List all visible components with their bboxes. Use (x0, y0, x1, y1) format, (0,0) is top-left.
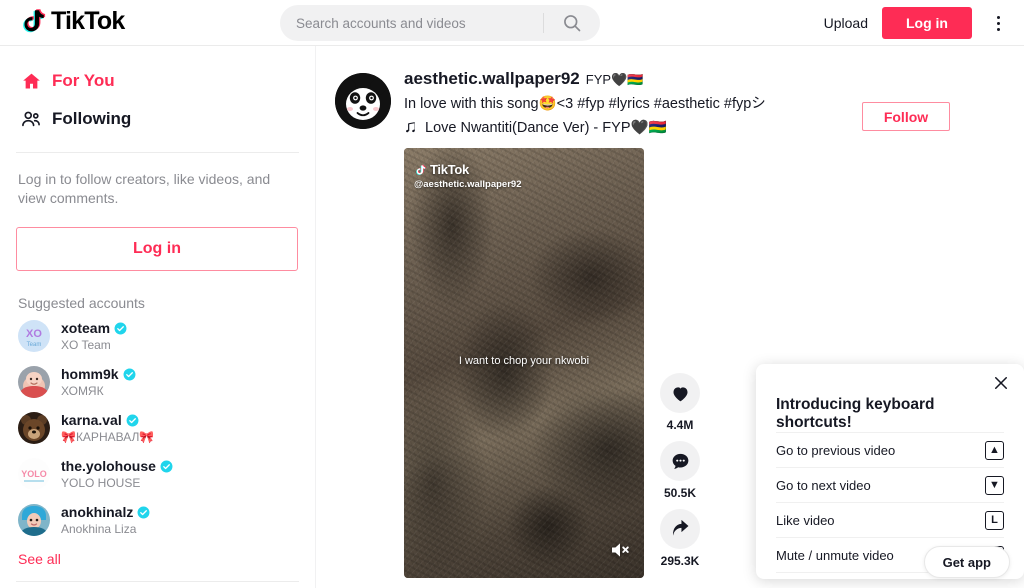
video-feed: aesthetic.wallpaper92 FYP🖤🇲🇺 In love wit… (316, 46, 1024, 588)
account-subtitle: Anokhina Liza (61, 521, 137, 536)
account-name: xoteam (61, 319, 111, 336)
sidebar-item-following[interactable]: Following (16, 100, 299, 138)
comment-count: 50.5K (663, 486, 697, 500)
list-item[interactable]: XO Team xoteam XO Team (16, 315, 299, 357)
comment-icon (672, 453, 688, 469)
tiktok-wordmark: TikTok (50, 4, 126, 38)
search-icon (564, 15, 581, 32)
sidebar-divider-2 (16, 581, 299, 582)
heart-icon (673, 386, 687, 401)
account-subtitle: ХОМЯК (61, 383, 104, 398)
sidebar-divider-1 (16, 152, 299, 153)
avatar (18, 412, 50, 444)
account-subtitle: 🎀КАРНАВАЛ🎀 (61, 429, 155, 444)
shortcut-label: Go to next video (776, 477, 871, 493)
search-bar[interactable] (280, 5, 600, 41)
video-action-bar: 4.4M 50.5K 295.3K (660, 373, 700, 578)
close-icon[interactable] (992, 374, 1010, 392)
share-count: 295.3K (660, 554, 700, 568)
account-subtitle: YOLO HOUSE (61, 475, 141, 490)
video-player[interactable]: TikTok @aesthetic.wallpaper92 I want to … (404, 148, 644, 578)
login-prompt-text: Log in to follow creators, like videos, … (18, 171, 271, 206)
verified-badge-icon (123, 368, 136, 380)
header-actions: Upload Log in (824, 0, 1010, 46)
share-button[interactable]: 295.3K (660, 509, 700, 568)
account-name: anokhinalz (61, 503, 134, 520)
svg-text:Team: Team (27, 342, 42, 348)
sidebar-item-following-label: Following (52, 109, 132, 128)
shortcut-row-like-video: Like video L (776, 502, 1004, 537)
get-app-button[interactable]: Get app (923, 546, 1010, 578)
post-music-title: Love Nwantiti(Dance Ver) - FYP🖤🇲🇺 (425, 120, 667, 136)
verified-badge-icon (126, 414, 139, 426)
like-icon-circle (660, 373, 700, 413)
verified-badge-icon (137, 506, 150, 518)
like-count: 4.4M (666, 418, 694, 432)
music-note-icon (406, 122, 415, 133)
panda-avatar[interactable] (335, 73, 391, 129)
post-nickname: FYP🖤🇲🇺 (585, 72, 644, 87)
shortcut-label: Like video (776, 512, 835, 528)
shortcut-label: Go to previous video (776, 442, 896, 458)
search-button[interactable] (544, 5, 600, 41)
like-button[interactable]: 4.4M (660, 373, 700, 432)
account-name: the.yolohouse (61, 457, 156, 474)
shortcut-label: Mute / unmute video (776, 547, 894, 563)
shortcut-row-previous-video: Go to previous video ▲ (776, 432, 1004, 467)
home-icon (20, 70, 42, 92)
search-input[interactable] (280, 15, 543, 31)
video-texture (404, 148, 644, 578)
share-icon (672, 519, 688, 536)
see-all-link[interactable]: See all (16, 551, 299, 567)
post-username[interactable]: aesthetic.wallpaper92 FYP🖤🇲🇺 (404, 68, 1024, 91)
sidebar-item-for-you-label: For You (52, 71, 115, 90)
top-header: TikTok Upload Log in (0, 0, 1024, 46)
verified-badge-icon (160, 460, 173, 472)
header-login-button[interactable]: Log in (882, 7, 972, 39)
svg-text:YOLO: YOLO (21, 469, 47, 479)
avatar: YOLO (18, 458, 50, 490)
list-item[interactable]: homm9k ХОМЯК (16, 361, 299, 403)
shortcut-row-next-video: Go to next video ▼ (776, 467, 1004, 502)
tiktok-logo[interactable]: TikTok (18, 4, 126, 38)
share-icon-circle (660, 509, 700, 549)
list-item[interactable]: YOLO the.yolohouse YOLO HOUSE (16, 453, 299, 495)
list-item[interactable]: anokhinalz Anokhina Liza (16, 499, 299, 541)
post-username-text: aesthetic.wallpaper92 (404, 69, 580, 88)
shortcuts-title: Introducing keyboard shortcuts! (776, 396, 935, 431)
account-subtitle: XO Team (61, 337, 111, 352)
account-name: karna.val (61, 411, 122, 428)
kebab-menu-icon[interactable] (986, 7, 1010, 39)
verified-badge-icon (114, 322, 127, 334)
follow-button[interactable]: Follow (862, 102, 950, 131)
shortcut-key-down: ▼ (985, 475, 1004, 495)
svg-text:XO: XO (26, 328, 42, 340)
list-item[interactable]: karna.val 🎀КАРНАВАЛ🎀 (16, 407, 299, 449)
avatar (18, 504, 50, 536)
upload-link[interactable]: Upload (824, 15, 868, 31)
comment-icon-circle (660, 441, 700, 481)
people-icon (20, 108, 42, 130)
shortcut-key-l: L (985, 510, 1004, 530)
suggested-accounts-label: Suggested accounts (18, 295, 145, 311)
sidebar-login-button[interactable]: Log in (16, 227, 298, 271)
avatar (18, 366, 50, 398)
tiktok-note-icon (23, 9, 46, 33)
left-sidebar: For You Following Log in to follow creat… (0, 46, 316, 588)
comment-button[interactable]: 50.5K (660, 441, 700, 500)
shortcut-key-up: ▲ (985, 440, 1004, 460)
account-name: homm9k (61, 365, 119, 382)
avatar: XO Team (18, 320, 50, 352)
sidebar-item-for-you[interactable]: For You (16, 62, 299, 100)
speaker-muted-icon[interactable] (608, 538, 632, 562)
